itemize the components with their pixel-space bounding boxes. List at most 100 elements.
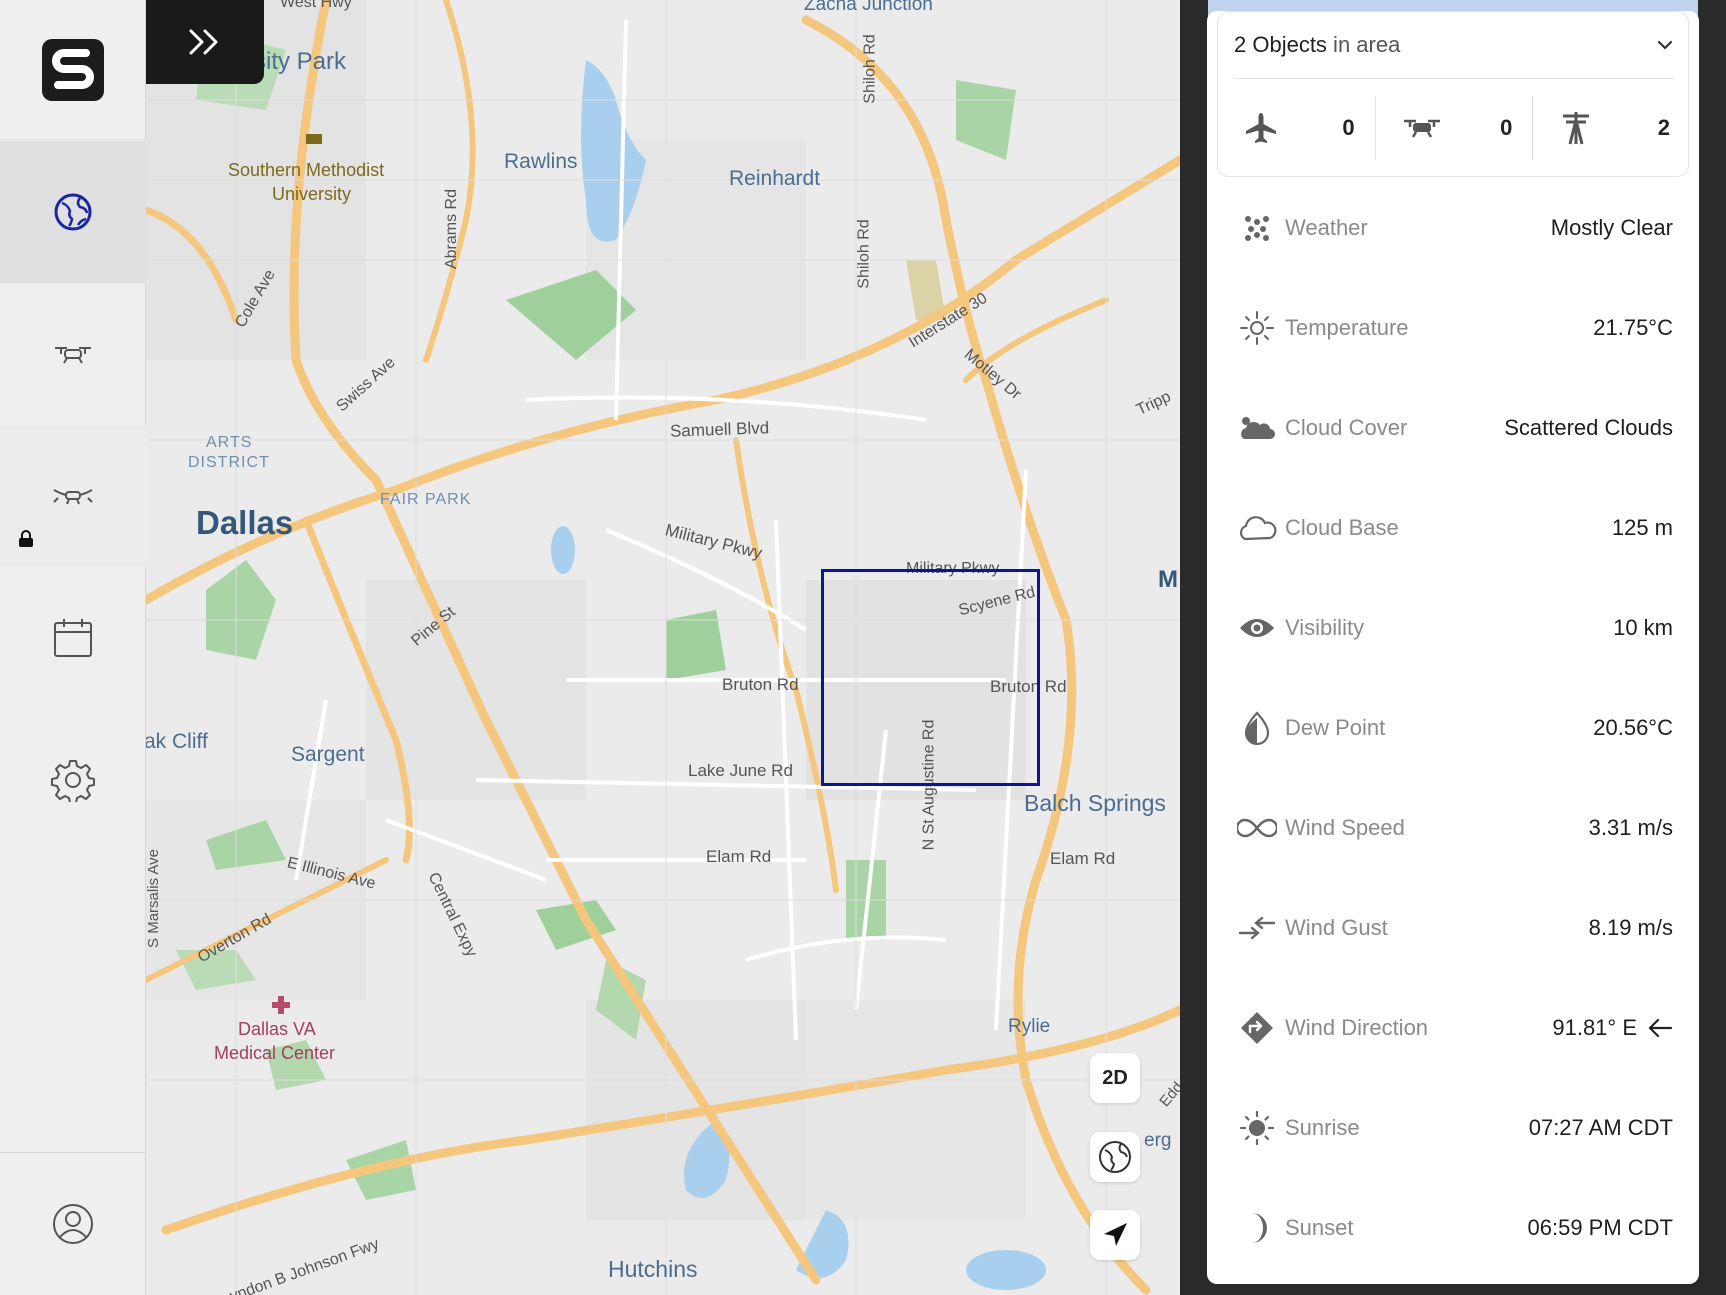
- wind-direction-row: Wind Direction 91.81° E: [1237, 1000, 1673, 1056]
- drone-count-value: 0: [1500, 115, 1513, 140]
- app-logo[interactable]: [0, 0, 146, 140]
- sunrise-label: Sunrise: [1285, 1115, 1360, 1140]
- temperature-label: Temperature: [1285, 315, 1409, 340]
- dew-point-icon: [1237, 708, 1277, 748]
- wind-speed-row: Wind Speed 3.31 m/s: [1237, 800, 1673, 856]
- temperature-icon: [1237, 308, 1277, 348]
- dew-point-label: Dew Point: [1285, 715, 1386, 740]
- aircraft-count[interactable]: 0: [1218, 96, 1376, 160]
- drone-count[interactable]: 0: [1376, 96, 1534, 160]
- user-icon: [53, 1204, 93, 1244]
- map-label: Elam Rd: [1050, 849, 1116, 868]
- cloud-base-row: Cloud Base 125 m: [1237, 500, 1673, 556]
- profile-button[interactable]: [0, 1152, 146, 1295]
- expand-panel-button[interactable]: [146, 0, 264, 84]
- sidebar-item-settings[interactable]: [0, 709, 146, 851]
- map-label: Bruton Rd: [722, 675, 799, 694]
- map-label: ARTS: [206, 434, 253, 451]
- map-label: Dallas VA: [238, 1019, 316, 1039]
- temperature-row: Temperature 21.75°C: [1237, 300, 1673, 356]
- objects-summary-toggle[interactable]: 2 Objects in area: [1234, 12, 1674, 79]
- sunrise-icon: [1237, 1108, 1277, 1148]
- map-label: Balch Springs: [1024, 790, 1166, 816]
- sunset-icon: [1237, 1208, 1277, 1248]
- wind-speed-label: Wind Speed: [1285, 815, 1405, 840]
- drone-icon: [1403, 119, 1440, 138]
- objects-count: 2 Objects: [1234, 32, 1327, 57]
- aircraft-count-value: 0: [1342, 115, 1355, 140]
- map-label: Dallas: [196, 504, 294, 541]
- map-label: Rawlins: [504, 150, 578, 173]
- dew-point-row: Dew Point 20.56°C: [1237, 700, 1673, 756]
- area-info-panel: 2 Objects in area 0 0 2 Weather Mostly C…: [1207, 11, 1699, 1284]
- weather-icon: [1237, 208, 1277, 248]
- dew-point-value: 20.56°C: [1593, 715, 1673, 740]
- calendar-icon: [54, 619, 92, 657]
- map-label: M: [1158, 566, 1178, 593]
- cloud-cover-value: Scattered Clouds: [1504, 415, 1673, 440]
- tower-count-value: 2: [1657, 115, 1671, 140]
- sidebar-item-map[interactable]: [0, 141, 146, 283]
- cloud-cover-row: Cloud Cover Scattered Clouds: [1237, 400, 1673, 456]
- tower-icon: [1563, 112, 1590, 145]
- map-label: Lake June Rd: [688, 761, 793, 780]
- globe-icon: [1099, 1141, 1131, 1173]
- wind-speed-icon: [1237, 808, 1277, 848]
- wind-speed-value: 3.31 m/s: [1588, 815, 1673, 840]
- sunset-value: 06:59 PM CDT: [1527, 1215, 1674, 1240]
- map-label: West Hwy: [280, 0, 352, 11]
- map-label: S Marsalis Ave: [146, 849, 162, 948]
- logo-icon: [42, 38, 104, 101]
- selected-area[interactable]: [821, 569, 1040, 786]
- sunset-row: Sunset 06:59 PM CDT: [1237, 1200, 1673, 1256]
- map-label: Hutchins: [608, 1256, 698, 1282]
- sidebar: [0, 0, 146, 1295]
- lock-icon: [19, 530, 33, 547]
- map-label: sity Park: [254, 48, 347, 75]
- map-label: DISTRICT: [188, 454, 270, 471]
- weather-value: Mostly Clear: [1550, 215, 1673, 240]
- wind-direction-icon: [1237, 1008, 1277, 1048]
- wind-direction-value: 91.81° E: [1552, 1015, 1637, 1040]
- map-label: Samuell Blvd: [669, 418, 770, 441]
- drone-icon: [55, 347, 91, 364]
- arrow-left-icon: [1648, 1018, 1673, 1038]
- tower-count[interactable]: 2: [1533, 96, 1690, 160]
- locate-button[interactable]: [1090, 1210, 1140, 1260]
- cloud-base-icon: [1237, 508, 1277, 548]
- view-2d-button[interactable]: 2D: [1090, 1053, 1140, 1103]
- cloud-base-value: 125 m: [1611, 515, 1673, 540]
- visibility-row: Visibility 10 km: [1237, 600, 1673, 656]
- wind-gust-value: 8.19 m/s: [1588, 915, 1673, 940]
- airplane-icon: [1246, 113, 1276, 143]
- wind-direction-value-wrap: 91.81° E: [1552, 1015, 1673, 1041]
- sidebar-item-drones[interactable]: [0, 283, 146, 425]
- double-chevron-right-icon: [189, 29, 218, 55]
- chevron-down-icon: [1657, 40, 1673, 50]
- globe-view-button[interactable]: [1090, 1132, 1140, 1182]
- map-label: Zacha Junction: [804, 0, 933, 15]
- wind-gust-icon: [1237, 908, 1277, 948]
- wind-direction-label: Wind Direction: [1285, 1015, 1429, 1040]
- map-label: Rylie: [1008, 1016, 1051, 1037]
- map-label: Elam Rd: [706, 847, 772, 866]
- map-label: Shiloh Rd: [861, 34, 879, 104]
- map-label: Shiloh Rd: [855, 219, 873, 289]
- objects-summary-card: 2 Objects in area 0 0 2: [1217, 11, 1689, 177]
- gear-icon: [51, 760, 95, 802]
- visibility-label: Visibility: [1285, 615, 1365, 640]
- map-label: Southern Methodist: [228, 160, 385, 180]
- map-label: erg: [1144, 1130, 1172, 1151]
- sunrise-row: Sunrise 07:27 AM CDT: [1237, 1100, 1673, 1156]
- objects-count-suffix: in area: [1326, 32, 1401, 57]
- sunset-label: Sunset: [1285, 1215, 1354, 1240]
- temperature-value: 21.75°C: [1593, 315, 1673, 340]
- map-label: Sargent: [291, 743, 365, 766]
- weather-row: Weather Mostly Clear: [1237, 200, 1673, 256]
- map-label: ak Cliff: [146, 730, 208, 753]
- map-label: Abrams Rd: [443, 188, 461, 270]
- globe-icon: [54, 193, 92, 231]
- map-label: FAIR PARK: [380, 491, 472, 508]
- sidebar-item-schedule[interactable]: [0, 567, 146, 709]
- map-label: University: [272, 184, 352, 204]
